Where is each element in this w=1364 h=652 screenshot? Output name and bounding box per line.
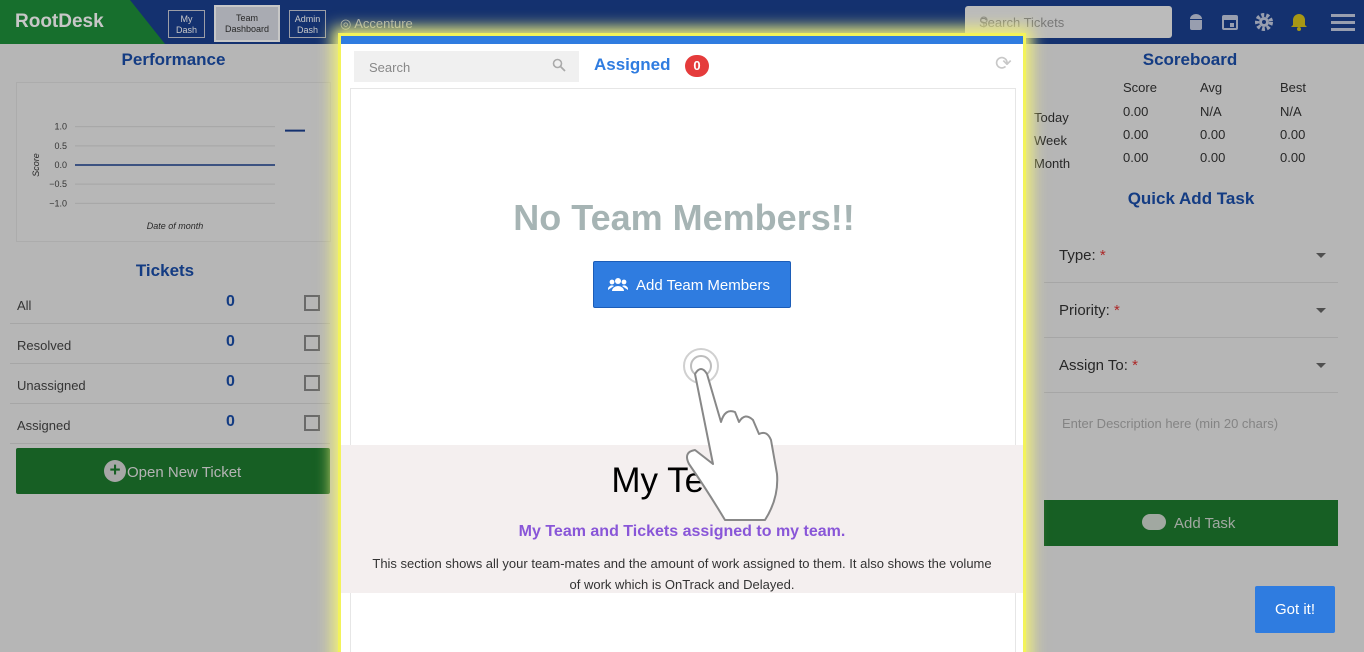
add-team-members-button[interactable]: Add Team Members — [593, 261, 791, 308]
users-icon — [608, 278, 628, 291]
empty-state-title: No Team Members!! — [513, 197, 855, 238]
team-search-input[interactable]: Search — [354, 51, 579, 82]
assigned-count-badge: 0 — [685, 55, 709, 77]
search-icon — [552, 58, 566, 72]
tour-subtitle: My Team and Tickets assigned to my team. — [518, 523, 846, 540]
refresh-icon[interactable]: ⟳ — [995, 51, 1012, 76]
tour-spotlight-team-panel: Search Assigned 0 ⟳ No Team Members!! Ad… — [338, 33, 1026, 652]
tap-hand-icon — [683, 348, 779, 521]
tab-assigned[interactable]: Assigned — [594, 55, 671, 75]
team-search-placeholder: Search — [369, 60, 411, 75]
add-team-members-label: Add Team Members — [636, 277, 770, 294]
panel-accent-bar — [341, 36, 1023, 44]
tour-description: This section shows all your team-mates a… — [372, 556, 992, 592]
got-it-button[interactable]: Got it! — [1255, 586, 1335, 633]
